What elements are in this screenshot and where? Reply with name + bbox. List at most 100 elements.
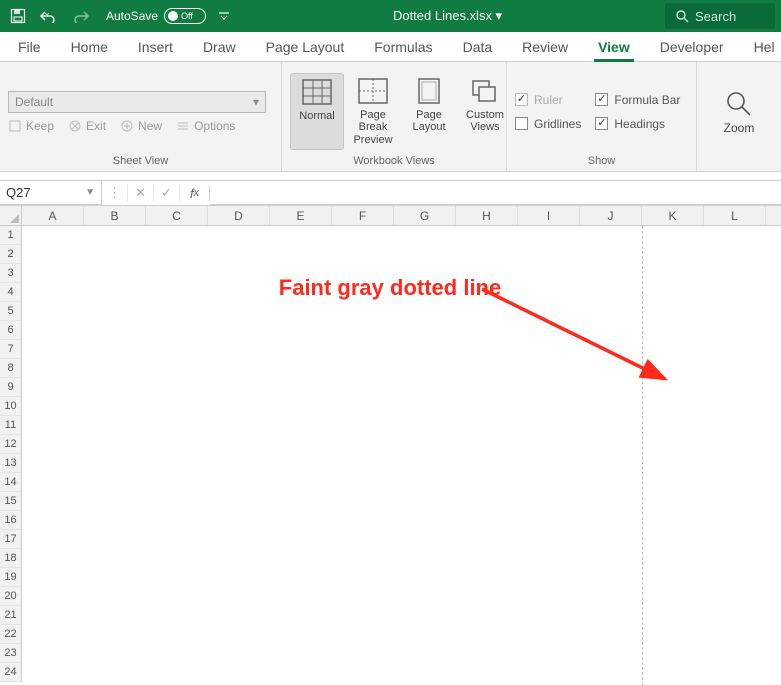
- search-input[interactable]: Search: [665, 3, 775, 29]
- row-header-3[interactable]: 3: [0, 264, 21, 283]
- tab-page-layout[interactable]: Page Layout: [262, 34, 349, 61]
- sheet-view-options: Options: [176, 119, 235, 133]
- sheet-view-combo[interactable]: Default ▾: [8, 91, 266, 113]
- autosave-toggle[interactable]: AutoSave Off: [106, 8, 206, 24]
- name-box[interactable]: Q27 ▼: [0, 180, 102, 205]
- group-sheet-view: Default ▾ Keep Exit New: [0, 62, 282, 171]
- undo-button[interactable]: [38, 9, 60, 23]
- row-header-13[interactable]: 13: [0, 454, 21, 473]
- cancel-formula-icon[interactable]: ✕: [128, 185, 154, 201]
- row-header-8[interactable]: 8: [0, 359, 21, 378]
- row-header-4[interactable]: 4: [0, 283, 21, 302]
- name-collapse-icon[interactable]: ⋮: [102, 185, 128, 201]
- page-break-line: [642, 226, 643, 685]
- view-normal[interactable]: Normal: [290, 73, 344, 149]
- checkbox-box: [515, 117, 528, 130]
- checkbox-box: [595, 93, 608, 106]
- col-header-E[interactable]: E: [270, 206, 332, 225]
- chevron-down-icon: ▾: [253, 95, 259, 109]
- qat-customize-icon[interactable]: [218, 10, 230, 22]
- row-header-12[interactable]: 12: [0, 435, 21, 454]
- row-header-1[interactable]: 1: [0, 226, 21, 245]
- save-icon[interactable]: [10, 8, 26, 24]
- col-header-J[interactable]: J: [580, 206, 642, 225]
- group-label-show: Show: [515, 155, 688, 169]
- group-label-sheet-view: Sheet View: [8, 155, 273, 169]
- col-header-B[interactable]: B: [84, 206, 146, 225]
- row-header-22[interactable]: 22: [0, 625, 21, 644]
- formula-bar: Q27 ▼ ⋮ ✕ ✓ fx: [0, 180, 781, 206]
- autosave-label: AutoSave: [106, 9, 158, 23]
- tab-file[interactable]: File: [14, 34, 45, 61]
- ribbon-tabs: File Home Insert Draw Page Layout Formulas Dat…: [0, 32, 781, 62]
- tab-developer[interactable]: Developer: [656, 34, 728, 61]
- col-header-D[interactable]: D: [208, 206, 270, 225]
- search-icon: [675, 9, 689, 23]
- row-header-23[interactable]: 23: [0, 644, 21, 663]
- row-headers: 123456789101112131415161718192021222324: [0, 226, 22, 682]
- row-header-18[interactable]: 18: [0, 549, 21, 568]
- row-header-7[interactable]: 7: [0, 340, 21, 359]
- row-header-21[interactable]: 21: [0, 606, 21, 625]
- tab-view[interactable]: View: [594, 34, 634, 61]
- col-header-C[interactable]: C: [146, 206, 208, 225]
- sheet-view-new: New: [120, 119, 162, 133]
- worksheet[interactable]: ABCDEFGHIJKL 123456789101112131415161718…: [0, 206, 781, 685]
- sheet-view-exit: Exit: [68, 119, 106, 133]
- view-custom-views[interactable]: Custom Views: [458, 73, 512, 149]
- checkbox-formula-bar[interactable]: Formula Bar: [595, 93, 680, 107]
- keep-icon: [8, 119, 22, 133]
- formula-input[interactable]: [210, 180, 781, 205]
- row-header-11[interactable]: 11: [0, 416, 21, 435]
- checkbox-ruler: Ruler: [515, 93, 581, 107]
- zoom-button[interactable]: Zoom: [709, 89, 769, 135]
- tab-data[interactable]: Data: [459, 34, 497, 61]
- view-page-break-preview[interactable]: Page Break Preview: [346, 73, 400, 149]
- ribbon: Default ▾ Keep Exit New: [0, 62, 781, 172]
- tab-formulas[interactable]: Formulas: [370, 34, 436, 61]
- tab-home[interactable]: Home: [67, 34, 112, 61]
- row-header-15[interactable]: 15: [0, 492, 21, 511]
- row-header-19[interactable]: 19: [0, 568, 21, 587]
- cells-area[interactable]: Faint gray dotted line: [22, 226, 781, 685]
- annotation-text: Faint gray dotted line: [270, 274, 510, 302]
- row-header-5[interactable]: 5: [0, 302, 21, 321]
- checkbox-box: [595, 117, 608, 130]
- view-page-layout[interactable]: Page Layout: [402, 73, 456, 149]
- redo-button[interactable]: [72, 9, 94, 23]
- column-headers: ABCDEFGHIJKL: [22, 206, 781, 226]
- row-header-14[interactable]: 14: [0, 473, 21, 492]
- checkbox-box: [515, 93, 528, 106]
- title-bar: AutoSave Off Dotted Lines.xlsx ▾ Search: [0, 0, 781, 32]
- select-all-corner[interactable]: [0, 206, 22, 226]
- fx-icon[interactable]: fx: [180, 186, 210, 201]
- tab-draw[interactable]: Draw: [199, 34, 240, 61]
- row-header-2[interactable]: 2: [0, 245, 21, 264]
- col-header-I[interactable]: I: [518, 206, 580, 225]
- new-icon: [120, 119, 134, 133]
- enter-formula-icon[interactable]: ✓: [154, 185, 180, 201]
- row-header-10[interactable]: 10: [0, 397, 21, 416]
- row-header-6[interactable]: 6: [0, 321, 21, 340]
- search-placeholder: Search: [695, 9, 736, 24]
- col-header-F[interactable]: F: [332, 206, 394, 225]
- chevron-down-icon: ▼: [85, 187, 95, 198]
- col-header-G[interactable]: G: [394, 206, 456, 225]
- row-header-9[interactable]: 9: [0, 378, 21, 397]
- row-header-24[interactable]: 24: [0, 663, 21, 682]
- col-header-L[interactable]: L: [704, 206, 766, 225]
- checkbox-gridlines[interactable]: Gridlines: [515, 117, 581, 131]
- sheet-view-keep: Keep: [8, 119, 54, 133]
- row-header-20[interactable]: 20: [0, 587, 21, 606]
- checkbox-headings[interactable]: Headings: [595, 117, 680, 131]
- exit-icon: [68, 119, 82, 133]
- window-title: Dotted Lines.xlsx ▾: [230, 8, 665, 24]
- row-header-16[interactable]: 16: [0, 511, 21, 530]
- col-header-A[interactable]: A: [22, 206, 84, 225]
- row-header-17[interactable]: 17: [0, 530, 21, 549]
- tab-insert[interactable]: Insert: [134, 34, 177, 61]
- col-header-K[interactable]: K: [642, 206, 704, 225]
- tab-hel[interactable]: Hel: [750, 34, 779, 61]
- col-header-H[interactable]: H: [456, 206, 518, 225]
- tab-review[interactable]: Review: [518, 34, 572, 61]
